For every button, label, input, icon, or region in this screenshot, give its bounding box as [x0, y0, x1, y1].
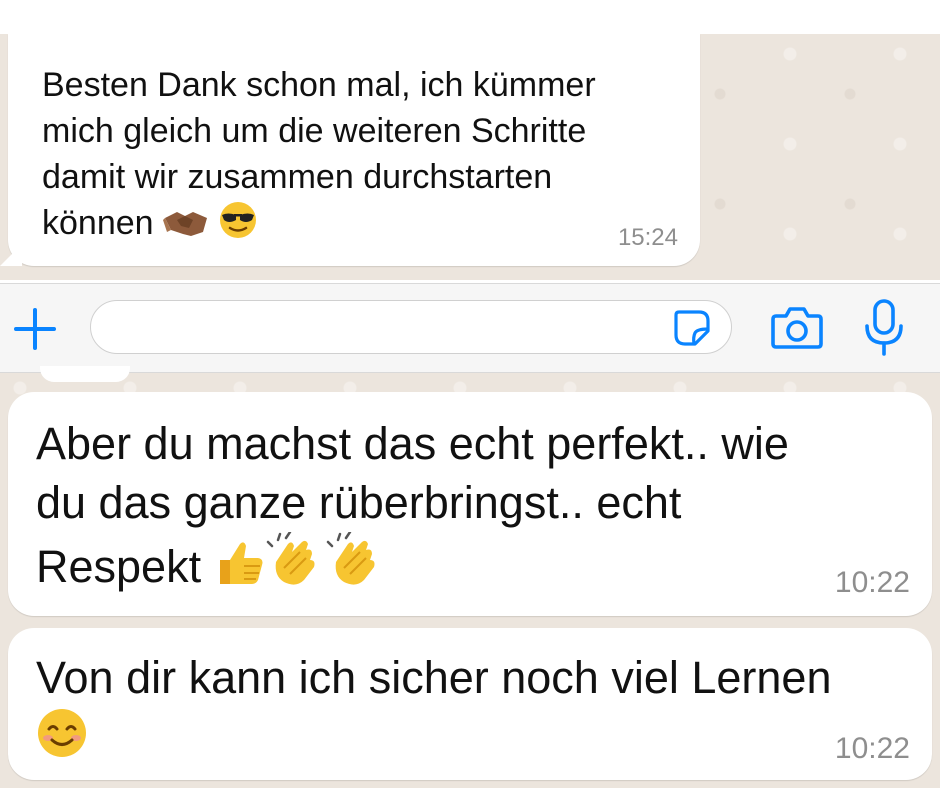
incoming-message-bubble[interactable]: Aber du machst das echt perfekt.. wie du…: [8, 392, 932, 616]
camera-icon[interactable]: [770, 304, 824, 352]
incoming-message-bubble[interactable]: Von dir kann ich sicher noch viel Lernen…: [8, 628, 932, 780]
clapping-hands-emoji-icon: [326, 530, 386, 602]
message-text: Von dir kann ich sicher noch viel Lernen: [36, 648, 831, 773]
sunglasses-face-emoji-icon: [218, 200, 258, 252]
sticker-icon[interactable]: [673, 309, 711, 347]
thumbs-up-emoji-icon: [214, 538, 266, 602]
plus-icon[interactable]: [12, 306, 58, 352]
smiling-face-emoji-icon: [36, 707, 88, 773]
message-input-bar: [0, 283, 940, 373]
message-text: Aber du machst das echt perfekt.. wie du…: [36, 414, 789, 602]
clapping-hands-emoji-icon: [266, 530, 326, 602]
message-input[interactable]: [109, 309, 653, 345]
previous-bubble-edge: [40, 366, 130, 382]
message-timestamp: 15:24: [617, 224, 678, 251]
handshake-emoji-icon: [163, 206, 209, 252]
incoming-message-bubble[interactable]: Besten Dank schon mal, ich kümmer mich g…: [0, 34, 700, 266]
message-timestamp: 10:22: [834, 732, 910, 765]
message-text: Besten Dank schon mal, ich kümmer mich g…: [42, 62, 596, 252]
message-timestamp: 10:22: [834, 566, 910, 599]
microphone-icon[interactable]: [862, 298, 906, 358]
message-text-field[interactable]: [90, 300, 732, 354]
